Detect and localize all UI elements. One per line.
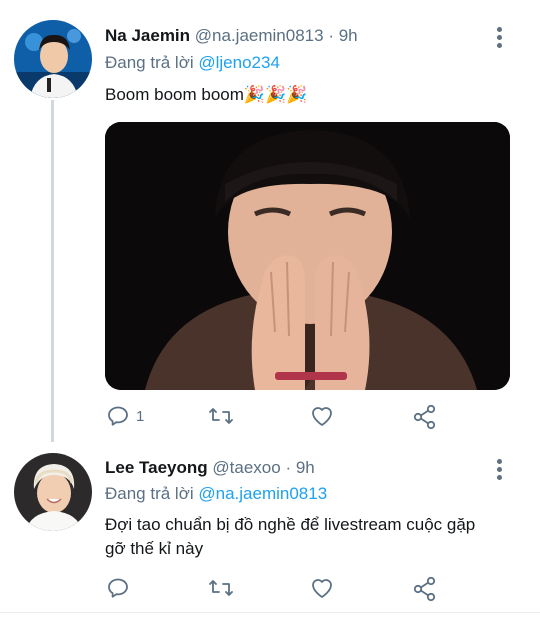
user-handle[interactable]: @taexoo — [212, 458, 280, 477]
retweet-button[interactable] — [207, 576, 235, 600]
display-name[interactable]: Lee Taeyong — [105, 458, 208, 477]
timestamp[interactable]: 9h — [296, 458, 315, 477]
separator: · — [328, 26, 334, 45]
avatar[interactable] — [14, 20, 92, 98]
party-popper-emoji: 🎉🎉🎉 — [243, 85, 308, 104]
share-icon — [413, 404, 436, 430]
mention-link[interactable]: @na.jaemin0813 — [198, 484, 327, 503]
replying-to: Đang trả lời @na.jaemin0813 — [105, 484, 327, 504]
more-options-icon[interactable] — [494, 459, 504, 480]
replying-to-label: Đang trả lời — [105, 53, 194, 72]
separator: · — [285, 458, 292, 477]
retweet-icon — [209, 580, 233, 596]
like-button[interactable] — [309, 404, 335, 428]
replying-to-label: Đang trả lời — [105, 484, 194, 503]
mention-link[interactable]: @ljeno234 — [198, 53, 280, 72]
retweet-button[interactable] — [207, 404, 235, 428]
reply-icon — [108, 578, 128, 598]
bottom-divider — [0, 612, 540, 613]
more-options-icon[interactable] — [494, 27, 504, 48]
reply-icon — [108, 406, 128, 426]
tweet-text: Boom boom boom🎉🎉🎉 — [105, 83, 307, 107]
avatar[interactable] — [14, 453, 92, 531]
replying-to: Đang trả lời @ljeno234 — [105, 53, 280, 73]
share-button[interactable] — [412, 404, 438, 430]
reply-count: 1 — [136, 407, 145, 425]
tweet-header: Na Jaemin @na.jaemin0813 · 9h — [105, 26, 358, 46]
like-button[interactable] — [309, 576, 335, 600]
like-icon — [312, 407, 332, 426]
share-button[interactable] — [412, 576, 438, 602]
retweet-icon — [209, 408, 233, 424]
tweet-media-image[interactable] — [105, 122, 510, 390]
tweet-header: Lee Taeyong @taexoo · 9h — [105, 458, 315, 478]
like-icon — [312, 579, 332, 598]
thread-line — [51, 100, 54, 442]
display-name[interactable]: Na Jaemin — [105, 26, 190, 45]
timestamp[interactable]: 9h — [339, 26, 358, 45]
reply-button[interactable] — [106, 576, 136, 600]
reply-button[interactable]: 1 — [106, 404, 144, 428]
user-handle[interactable]: @na.jaemin0813 — [195, 26, 324, 45]
tweet-text: Đợi tao chuẩn bị đồ nghề để livestream c… — [105, 515, 476, 558]
share-icon — [413, 576, 436, 602]
tweet-text-content: Boom boom boom — [105, 85, 244, 104]
